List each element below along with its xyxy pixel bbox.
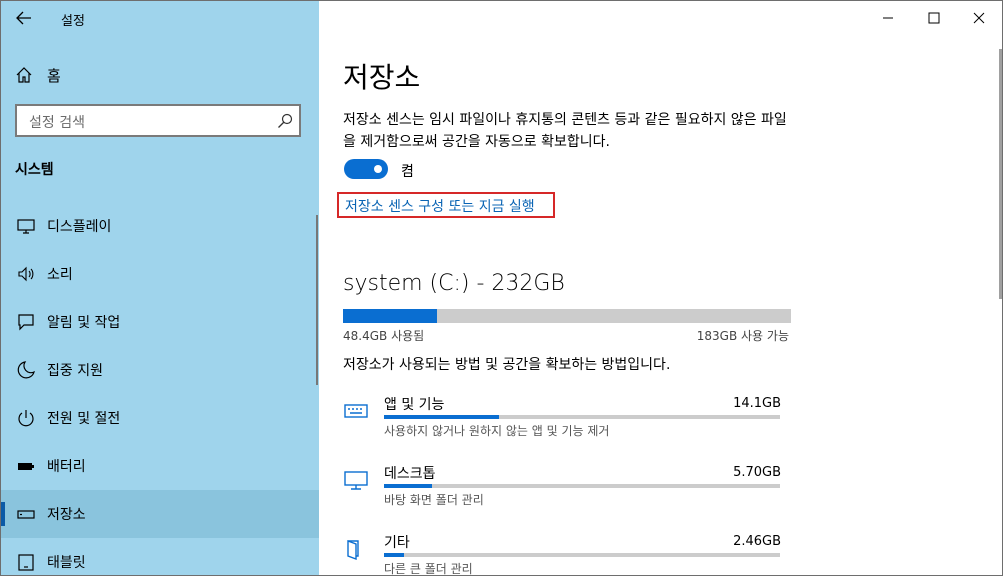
sidebar-item-label: 집중 지원 [47,363,103,379]
category-usage-bar [384,553,780,557]
search-input[interactable]: 설정 검색 [15,104,301,137]
moon-icon [17,361,35,379]
category-name: 앱 및 기능 [384,397,445,413]
monitor-icon [344,471,368,490]
sidebar-item-sound[interactable]: 소리 [1,250,319,298]
drive-usage-fill [343,309,437,323]
category-usage-bar [384,484,780,488]
category-name: 기타 [384,535,410,551]
minimize-icon [883,17,893,19]
category-name: 데스크톱 [384,466,436,482]
search-icon[interactable] [277,113,293,129]
minimize-button[interactable] [865,1,911,35]
speaker-icon [18,266,34,282]
close-icon [973,12,985,24]
category-usage-bar [384,415,780,419]
category-apps[interactable]: 앱 및 기능 14.1GB 사용하지 않거나 원하지 않는 앱 및 기능 제거 [343,394,783,454]
home-icon [16,67,32,83]
storage-icon [17,510,35,519]
tablet-icon [18,554,34,571]
category-usage-fill [384,484,432,488]
page-title: 저장소 [343,61,421,94]
drive-free-label: 183GB 사용 가능 [696,329,789,343]
category-size: 5.70GB [733,465,781,480]
sidebar-item-label: 태블릿 [47,555,86,571]
keyboard-icon [344,404,368,418]
sidebar-item-label: 저장소 [47,507,86,523]
storage-sense-toggle[interactable] [344,159,388,179]
sidebar-item-notifications[interactable]: 알림 및 작업 [1,298,319,346]
category-usage-fill [384,415,499,419]
category-usage-fill [384,553,404,557]
configure-storage-sense-link[interactable]: 저장소 센스 구성 또는 지금 실행 [337,192,555,218]
sidebar-scrollbar[interactable] [316,215,318,385]
maximize-button[interactable] [911,1,957,35]
sidebar-item-power[interactable]: 전원 및 절전 [1,394,319,442]
back-button[interactable] [15,9,33,27]
section-title: 시스템 [15,162,54,178]
category-desktop[interactable]: 데스크톱 5.70GB 바탕 화면 폴더 관리 [343,463,783,523]
notification-icon [18,314,34,331]
search-placeholder: 설정 검색 [29,115,85,131]
sidebar-item-storage[interactable]: 저장소 [1,490,319,538]
back-arrow-icon [16,11,31,25]
usage-description: 저장소가 사용되는 방법 및 공간을 확보하는 방법입니다. [343,357,671,373]
category-subtitle: 다른 큰 폴더 관리 [384,562,473,576]
home-label: 홈 [47,66,61,85]
category-size: 2.46GB [733,534,781,549]
sidebar-item-display[interactable]: 디스플레이 [1,202,319,250]
category-other[interactable]: 기타 2.46GB 다른 큰 폴더 관리 [343,532,783,576]
sidebar-item-focus-assist[interactable]: 집중 지원 [1,346,319,394]
display-icon [17,219,35,234]
sidebar-item-home[interactable]: 홈 [15,63,61,87]
toggle-state-label: 켬 [401,164,414,180]
close-button[interactable] [956,1,1002,35]
app-title: 설정 [61,14,85,29]
category-subtitle: 바탕 화면 폴더 관리 [384,493,484,507]
category-subtitle: 사용하지 않거나 원하지 않는 앱 및 기능 제거 [384,424,610,438]
sidebar-item-label: 디스플레이 [47,219,112,235]
power-icon [18,410,34,427]
maximize-icon [928,12,940,24]
sidebar-item-tablet[interactable]: 태블릿 [1,538,319,575]
sidebar-item-label: 소리 [47,267,73,283]
sidebar-item-battery[interactable]: 배터리 [1,442,319,490]
battery-icon [18,463,34,470]
sidebar-item-label: 배터리 [47,459,86,475]
sidebar-item-label: 전원 및 절전 [47,411,121,427]
sidebar-item-label: 알림 및 작업 [47,315,121,331]
drive-usage-bar [343,309,791,323]
storage-sense-description: 저장소 센스는 임시 파일이나 휴지통의 콘텐츠 등과 같은 필요하지 않은 파… [343,112,787,150]
drive-used-label: 48.4GB 사용됨 [343,329,425,343]
drive-title: system (C:) - 232GB [343,271,565,296]
sidebar: 설정 홈 설정 검색 시스템 디스플레이 소리 알림 및 작업 집중 지원 전원… [1,1,319,575]
category-size: 14.1GB [733,396,781,411]
folder-icon [347,539,359,560]
settings-window: 설정 홈 설정 검색 시스템 디스플레이 소리 알림 및 작업 집중 지원 전원… [0,0,1003,576]
main-scrollbar[interactable] [999,49,1002,299]
